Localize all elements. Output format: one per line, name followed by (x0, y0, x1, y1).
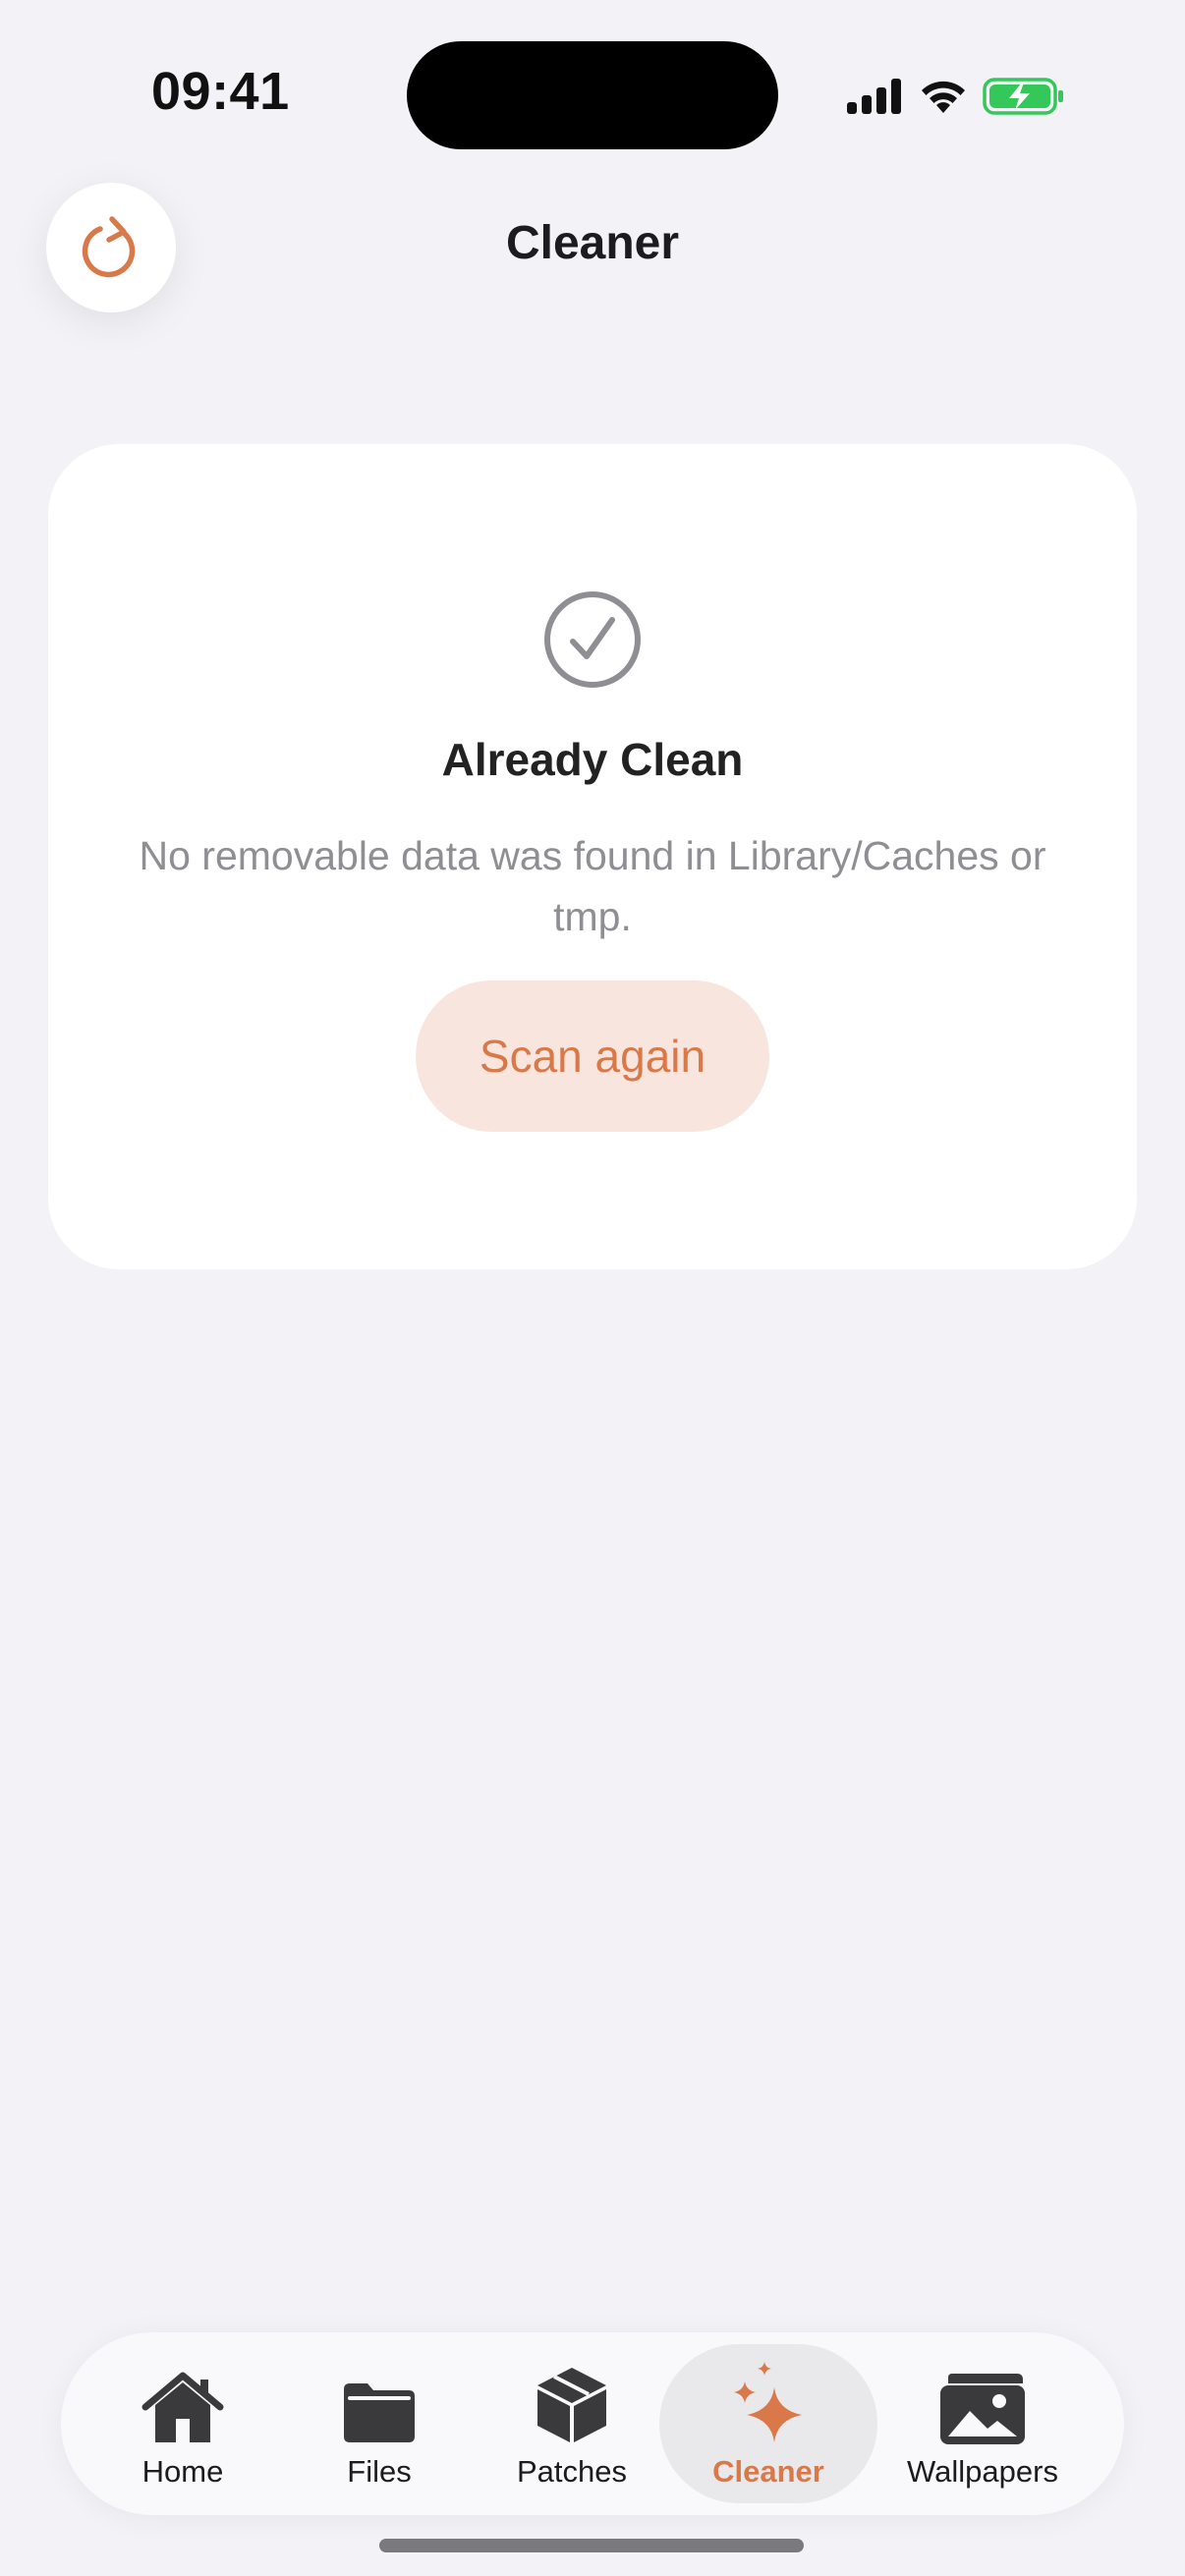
home-indicator (379, 2539, 804, 2552)
tab-files[interactable]: Files (320, 2344, 438, 2503)
tab-patches-label: Patches (516, 2454, 627, 2489)
tab-home[interactable]: Home (120, 2344, 246, 2503)
sparkles-icon (734, 2362, 802, 2442)
card-title: Already Clean (441, 734, 744, 785)
wifi-icon (922, 81, 965, 113)
page-title: Cleaner (505, 217, 680, 269)
card-message: No removable data was found in Library/C… (139, 833, 1046, 939)
photos-icon (940, 2374, 1025, 2444)
tab-cleaner-label: Cleaner (712, 2454, 824, 2489)
tab-patches[interactable]: Patches (503, 2344, 641, 2503)
tab-files-label: Files (347, 2454, 412, 2489)
box-icon (537, 2368, 606, 2442)
tab-cleaner[interactable]: Cleaner (700, 2344, 837, 2503)
tab-wallpapers[interactable]: Wallpapers (896, 2344, 1069, 2503)
status-time: 09:41 (151, 62, 290, 121)
dynamic-island (407, 41, 778, 149)
folder-icon (344, 2383, 415, 2442)
battery-charging-icon (983, 78, 1063, 115)
tab-wallpapers-label: Wallpapers (907, 2454, 1058, 2489)
tab-home-label: Home (141, 2454, 224, 2489)
status-icons (847, 69, 1065, 124)
house-icon (141, 2372, 224, 2442)
checkmark-circle-icon (544, 591, 641, 688)
scan-again-button[interactable]: Scan again (416, 980, 769, 1132)
cellular-signal-icon (847, 79, 901, 114)
